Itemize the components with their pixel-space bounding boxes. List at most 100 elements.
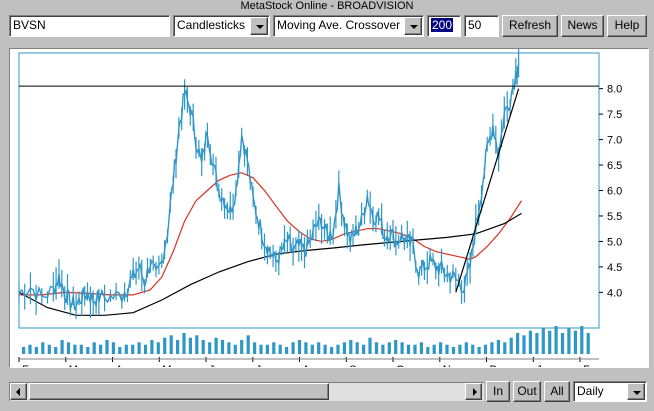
volume-bar: [259, 344, 263, 354]
chart-area[interactable]: 8.0 7.5 7.0 6.5 6.0 5.5 5.0 4.5 4.0 F M A M J J A S O N D J…: [9, 48, 649, 376]
volume-bar: [79, 344, 83, 354]
moving-averages: [18, 172, 523, 316]
y-tick-label: 4.0: [607, 287, 622, 299]
volume-bar: [111, 342, 115, 354]
volume-bar: [163, 337, 167, 354]
scroll-left-button[interactable]: [10, 383, 27, 400]
volume-bar: [567, 328, 571, 354]
symbol-input[interactable]: BVSN: [9, 15, 170, 37]
volume-bar: [503, 342, 507, 354]
indicator-dropdown-button[interactable]: [404, 17, 422, 35]
price-series: [18, 49, 520, 319]
volume-bar: [516, 333, 520, 354]
volume-bar: [522, 335, 526, 354]
volume-bar: [535, 333, 539, 354]
volume-bar: [419, 342, 423, 354]
scroll-thumb[interactable]: [29, 383, 329, 400]
volume-bar: [439, 342, 443, 354]
volume-bar: [124, 344, 128, 354]
volume-bar: [573, 330, 577, 354]
x-tick-label: A: [116, 364, 124, 367]
volume-bar: [509, 337, 513, 354]
news-button[interactable]: News: [561, 15, 604, 37]
volume-bar: [387, 342, 391, 354]
volume-bar: [285, 347, 289, 354]
x-tick-label: J: [209, 364, 215, 367]
volume-bar: [92, 342, 96, 354]
volume-bar: [406, 344, 411, 354]
volume-bar: [28, 344, 32, 354]
x-tick-label: J: [536, 364, 542, 367]
zoom-all-button[interactable]: All: [544, 381, 570, 402]
period-long-value: 200: [431, 18, 454, 32]
period-short-input[interactable]: 50: [464, 15, 499, 37]
volume-bar: [458, 344, 462, 354]
x-tick-label: D: [490, 364, 498, 367]
volume-bar: [528, 330, 532, 354]
volume-bar: [182, 333, 186, 354]
volume-bar: [291, 342, 295, 354]
x-tick-label: O: [396, 364, 405, 367]
volume-bar: [233, 344, 237, 354]
volume-bar: [169, 335, 173, 354]
volume-bar: [554, 326, 558, 354]
volume-bar: [297, 340, 302, 354]
volume-bar: [246, 335, 250, 354]
volume-bar: [86, 347, 90, 354]
volume-bar: [368, 337, 372, 354]
volume-bar: [336, 344, 340, 354]
zoom-in-button[interactable]: In: [486, 381, 510, 402]
y-tick-label: 6.5: [607, 160, 622, 172]
volume-bar: [278, 344, 282, 354]
volume-bar: [483, 344, 488, 354]
volume-bar: [22, 347, 26, 354]
volume-bar: [330, 347, 334, 354]
interval-select[interactable]: Daily: [573, 381, 647, 402]
volume-bar: [426, 347, 430, 354]
volume-bar: [381, 344, 385, 354]
y-tick-label: 8.0: [607, 84, 622, 96]
volume-bar: [342, 342, 346, 354]
volume-bar: [66, 342, 71, 354]
scroll-right-button[interactable]: [465, 383, 482, 400]
arrow-left-icon: [16, 388, 20, 396]
volume-bar: [317, 342, 321, 354]
volume-bar: [471, 344, 475, 354]
y-tick-label: 7.5: [607, 109, 622, 121]
y-axis-ticks: 8.0 7.5 7.0 6.5 6.0 5.5 5.0 4.5 4.0: [599, 84, 622, 299]
volume-bar: [349, 340, 353, 354]
y-tick-label: 5.0: [607, 236, 622, 248]
chart-style-select[interactable]: Candlesticks: [173, 15, 270, 37]
x-tick-label: M: [162, 364, 171, 367]
chart-style-dropdown-button[interactable]: [250, 17, 268, 35]
volume-bar: [400, 342, 404, 354]
volume-bar: [150, 340, 154, 354]
window-title: MetaStock Online - BROADVISION: [240, 0, 414, 12]
refresh-button[interactable]: Refresh: [502, 15, 558, 37]
volume-bar: [253, 342, 257, 354]
x-tick-label: S: [349, 364, 356, 367]
x-tick-label: F: [583, 364, 590, 367]
volume-bar: [355, 342, 359, 354]
volume-bar: [220, 340, 225, 354]
volume-bar: [310, 344, 314, 354]
volume-bar: [137, 342, 141, 354]
interval-dropdown-button[interactable]: [627, 383, 645, 400]
volume-bar: [54, 347, 58, 354]
volume-bar: [143, 344, 148, 354]
x-tick-label: A: [303, 364, 311, 367]
volume-bar: [580, 326, 584, 354]
help-button[interactable]: Help: [607, 15, 647, 37]
volume-bar: [490, 342, 494, 354]
volume-bar: [47, 344, 51, 354]
x-tick-label: F: [22, 364, 29, 367]
period-long-input[interactable]: 200: [427, 15, 461, 37]
zoom-out-button[interactable]: Out: [513, 381, 541, 402]
indicator-select[interactable]: Moving Ave. Crossover: [273, 15, 424, 37]
volume-bar: [208, 342, 212, 354]
volume-bar: [41, 342, 45, 354]
volume-bar: [227, 342, 231, 354]
volume-bar: [272, 342, 276, 354]
trend-line: [455, 88, 520, 293]
horizontal-scrollbar[interactable]: [9, 382, 484, 401]
